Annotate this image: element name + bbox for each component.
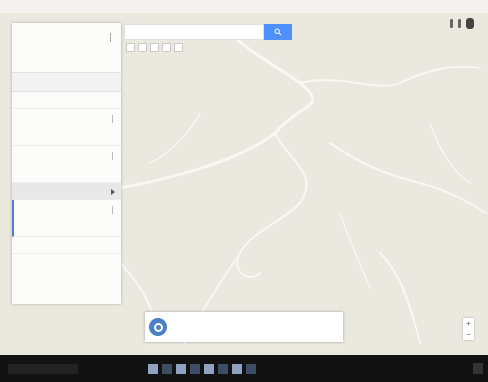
chevron-right-icon xyxy=(111,189,115,195)
taskbar-app-icon[interactable] xyxy=(176,364,186,374)
taskbar-app-icon[interactable] xyxy=(218,364,228,374)
search-input[interactable] xyxy=(124,24,264,40)
toolbar-button[interactable] xyxy=(162,43,171,52)
notice-description xyxy=(172,328,337,335)
location-notice xyxy=(145,312,343,342)
sidebar-sub-row[interactable] xyxy=(12,237,121,254)
sidebar-item-name xyxy=(20,151,113,161)
zoom-control: + − xyxy=(463,318,474,340)
sidebar-item-name xyxy=(22,205,113,215)
sidebar-item[interactable] xyxy=(12,146,121,183)
sidebar-panel xyxy=(12,23,121,304)
sidebar-item-sub xyxy=(20,170,113,179)
sidebar-item-sub xyxy=(20,133,113,142)
toolbar-button[interactable] xyxy=(126,43,135,52)
more-icon[interactable] xyxy=(112,206,115,214)
sidebar-item-selected[interactable] xyxy=(12,200,121,237)
toolbar-button[interactable] xyxy=(138,43,147,52)
taskbar-app-icon[interactable] xyxy=(204,364,214,374)
pin-icon[interactable] xyxy=(110,33,115,42)
taskbar xyxy=(0,355,488,382)
more-icon[interactable] xyxy=(112,152,115,160)
toolbar-button[interactable] xyxy=(150,43,159,52)
location-icon xyxy=(149,318,167,336)
browser-top-bar xyxy=(0,0,488,13)
search-icon xyxy=(274,28,282,36)
sidebar-item-link[interactable] xyxy=(20,124,113,133)
sidebar-sub-row-active[interactable] xyxy=(12,183,121,200)
sidebar-item[interactable] xyxy=(12,109,121,146)
sidebar-item-sub xyxy=(22,224,113,233)
top-right-controls xyxy=(450,18,474,29)
taskbar-search[interactable] xyxy=(8,364,78,374)
toolbar-button[interactable] xyxy=(174,43,183,52)
sidebar-header xyxy=(12,23,121,73)
sidebar-item-name xyxy=(20,114,113,124)
zoom-out-button[interactable]: − xyxy=(463,329,474,340)
map-toolbar xyxy=(126,43,183,54)
zoom-in-button[interactable]: + xyxy=(463,318,474,329)
sidebar-item-link[interactable] xyxy=(20,161,113,170)
sidebar-sub-row[interactable] xyxy=(12,92,121,109)
taskbar-app-icon[interactable] xyxy=(148,364,158,374)
sidebar-item-link[interactable] xyxy=(22,215,113,224)
sidebar-section-header xyxy=(12,73,121,92)
taskbar-app-icon[interactable] xyxy=(162,364,172,374)
sidebar-bottom-label[interactable] xyxy=(12,254,121,274)
avatar[interactable] xyxy=(466,18,474,29)
action-center-icon[interactable] xyxy=(473,363,483,374)
search-button[interactable] xyxy=(264,24,292,40)
notice-title xyxy=(172,320,337,328)
more-icon[interactable] xyxy=(112,115,115,123)
taskbar-app-icon[interactable] xyxy=(190,364,200,374)
taskbar-app-icon[interactable] xyxy=(232,364,242,374)
taskbar-app-icon[interactable] xyxy=(246,364,256,374)
notifications-icon[interactable] xyxy=(458,19,461,28)
apps-icon[interactable] xyxy=(450,19,453,28)
